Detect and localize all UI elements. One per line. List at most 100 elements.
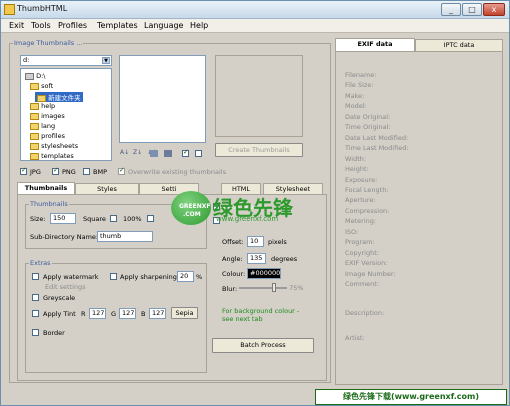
- offset-unit: pixels: [268, 238, 287, 246]
- percent-label: 100%: [123, 215, 142, 223]
- sharpening-label: Apply sharpening: [120, 273, 177, 281]
- tint-checkbox[interactable]: [32, 310, 39, 317]
- exif-field-label: Image Number:: [345, 269, 396, 278]
- greyscale-checkbox[interactable]: [32, 294, 39, 301]
- tree-item-root[interactable]: D:\: [25, 72, 45, 80]
- background-note: For background colour - see next tab: [222, 307, 300, 323]
- maximize-button[interactable]: □: [462, 3, 482, 16]
- exif-field-label: Date Original:: [345, 112, 391, 121]
- app-window: ThumbHTML _ □ x Exit Tools Profiles Temp…: [0, 0, 510, 406]
- exif-field-label: File Size:: [345, 81, 374, 90]
- menu-exit[interactable]: Exit: [9, 21, 24, 30]
- exif-field-label: Width:: [345, 154, 367, 163]
- blur-value: 75%: [289, 284, 304, 292]
- colour-input[interactable]: #000000: [247, 268, 281, 279]
- image-thumbnails-group-label: Image Thumbnails ...: [13, 39, 84, 47]
- png-checkbox[interactable]: [52, 166, 59, 175]
- edit-settings-link[interactable]: Edit settings: [45, 283, 86, 291]
- select-all-checkbox[interactable]: [182, 148, 189, 157]
- exif-description-label: Description:: [345, 309, 385, 317]
- square-checkbox[interactable]: [110, 215, 117, 222]
- exif-field-label: Program:: [345, 238, 375, 247]
- menu-tools[interactable]: Tools: [31, 21, 51, 30]
- greyscale-label: Greyscale: [43, 294, 76, 302]
- title-bar[interactable]: ThumbHTML _ □ x: [1, 1, 509, 19]
- close-button[interactable]: x: [483, 3, 505, 16]
- colour-label: Colour:: [222, 270, 246, 278]
- chevron-down-icon[interactable]: ▼: [102, 57, 110, 64]
- folder-tree[interactable]: D:\ soft 新建文件夹 help images lang profiles…: [20, 68, 112, 161]
- jpg-checkbox[interactable]: [20, 166, 27, 175]
- r-label: R: [81, 310, 86, 318]
- size-input[interactable]: 150: [50, 213, 76, 224]
- exif-field-label: Exposure:: [345, 175, 378, 184]
- exif-field-label: Comment:: [345, 280, 380, 288]
- g-input[interactable]: 127: [119, 308, 136, 319]
- sort-desc-icon[interactable]: Z↓: [133, 149, 142, 158]
- size-label: Size:: [30, 215, 46, 223]
- blur-slider-thumb[interactable]: [272, 283, 276, 292]
- exif-artist-label: Artist:: [345, 334, 365, 342]
- r-input[interactable]: 127: [89, 308, 106, 319]
- sharpening-unit: %: [196, 273, 203, 281]
- tree-item-stylesheets[interactable]: stylesheets: [30, 142, 78, 150]
- select-none-checkbox[interactable]: [195, 150, 202, 157]
- exif-field-label: Focal Length:: [345, 185, 389, 194]
- file-list[interactable]: [119, 55, 206, 143]
- drive-select[interactable]: d: ▼: [20, 55, 112, 66]
- exif-field-label: Aperture:: [345, 196, 376, 205]
- view-thumbs-icon[interactable]: [164, 150, 172, 157]
- angle-label: Angle:: [222, 255, 243, 263]
- tree-item-lang[interactable]: lang: [30, 122, 55, 130]
- create-thumbnails-button[interactable]: Create Thumbnails: [215, 143, 303, 157]
- exif-field-label: Filename:: [345, 71, 377, 79]
- tree-item-selected[interactable]: 新建文件夹: [35, 92, 83, 102]
- offset-input[interactable]: 10: [247, 236, 264, 247]
- greenxf-logo-url: www.greenxf.com: [216, 215, 279, 223]
- tree-item-profiles[interactable]: profiles: [30, 132, 65, 140]
- subdir-input[interactable]: thumb: [97, 231, 153, 242]
- menu-help[interactable]: Help: [190, 21, 208, 30]
- sort-asc-icon[interactable]: A↓: [120, 149, 129, 158]
- tree-item-templates[interactable]: templates: [30, 152, 74, 160]
- exif-field-label: EXIF Version:: [345, 259, 388, 268]
- watermark-checkbox[interactable]: [32, 273, 39, 280]
- thumbnail-preview: [215, 55, 303, 137]
- b-label: B: [141, 310, 146, 318]
- menu-templates[interactable]: Templates: [97, 21, 138, 30]
- offset-label: Offset:: [222, 238, 244, 246]
- exif-field-label: Time Last Modified:: [345, 144, 409, 153]
- view-list-icon[interactable]: [150, 150, 158, 157]
- png-label: PNG: [62, 168, 76, 176]
- exif-field-label: Model:: [345, 102, 367, 111]
- blur-slider-track[interactable]: [239, 287, 287, 289]
- border-checkbox[interactable]: [32, 329, 39, 336]
- sharpening-input[interactable]: 20: [177, 271, 194, 282]
- site-banner: 绿色先锋下载(www.greenxf.com): [315, 389, 507, 405]
- menu-profiles[interactable]: Profiles: [58, 21, 87, 30]
- minimize-button[interactable]: _: [441, 3, 461, 16]
- sepia-button[interactable]: Sepia: [171, 307, 198, 319]
- exif-field-label: ISO:: [345, 227, 359, 236]
- batch-process-button[interactable]: Batch Process: [212, 338, 314, 353]
- sharpening-checkbox[interactable]: [110, 273, 117, 280]
- border-label: Border: [43, 329, 65, 337]
- tab-exif-data[interactable]: EXIF data: [335, 38, 415, 51]
- tree-item-soft[interactable]: soft: [30, 82, 53, 90]
- tree-item-help[interactable]: help: [30, 102, 55, 110]
- percent-checkbox[interactable]: [147, 215, 154, 222]
- angle-input[interactable]: 135: [247, 253, 266, 264]
- exif-field-label: Date Last Modified:: [345, 133, 409, 142]
- exif-field-label: Compression:: [345, 206, 390, 215]
- overwrite-checkbox[interactable]: [118, 166, 125, 175]
- tab-iptc-data[interactable]: IPTC data: [415, 39, 503, 51]
- bmp-checkbox[interactable]: [83, 168, 90, 175]
- tree-item-images[interactable]: images: [30, 112, 65, 120]
- b-input[interactable]: 127: [149, 308, 166, 319]
- menu-language[interactable]: Language: [144, 21, 183, 30]
- bmp-label: BMP: [93, 168, 107, 176]
- subdir-label: Sub-Directory Name:: [30, 233, 99, 241]
- square-label: Square: [83, 215, 106, 223]
- exif-field-label: Time Original:: [345, 123, 391, 132]
- exif-field-label: Height:: [345, 165, 369, 174]
